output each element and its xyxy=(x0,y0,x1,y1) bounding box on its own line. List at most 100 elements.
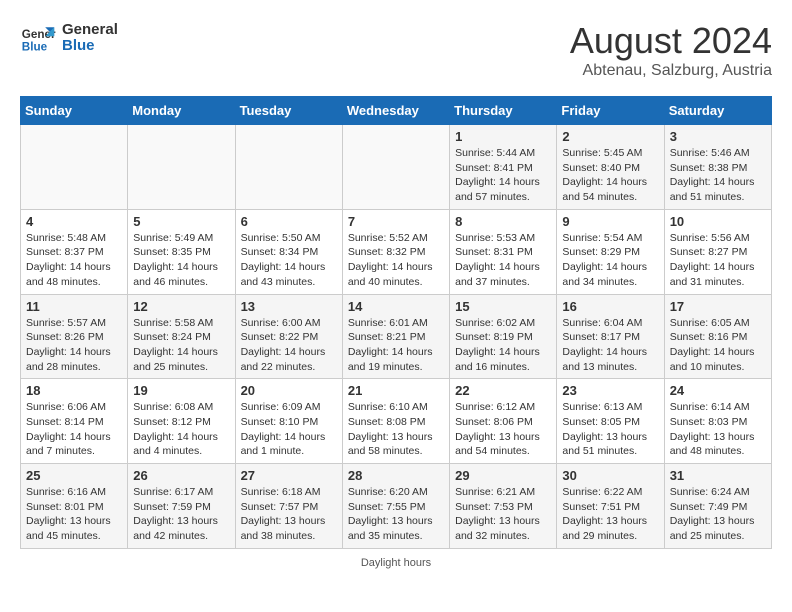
calendar-table: SundayMondayTuesdayWednesdayThursdayFrid… xyxy=(20,96,772,549)
day-info: Sunrise: 5:44 AMSunset: 8:41 PMDaylight:… xyxy=(455,146,551,205)
logo-text-line1: General xyxy=(62,22,118,39)
day-info: Sunrise: 5:54 AMSunset: 8:29 PMDaylight:… xyxy=(562,231,658,290)
day-cell: 12Sunrise: 5:58 AMSunset: 8:24 PMDayligh… xyxy=(128,294,235,379)
day-info: Sunrise: 6:02 AMSunset: 8:19 PMDaylight:… xyxy=(455,316,551,375)
day-info: Sunrise: 5:45 AMSunset: 8:40 PMDaylight:… xyxy=(562,146,658,205)
day-cell: 25 Sunrise: 6:16 AMSunset: 8:01 PMDayligh… xyxy=(21,464,128,549)
week-row-1: 1 Sunrise: 5:44 AMSunset: 8:41 PMDaylight… xyxy=(21,125,772,210)
day-cell: 20 Sunrise: 6:09 AMSunset: 8:10 PMDayligh… xyxy=(235,379,342,464)
day-info: Sunrise: 5:48 AMSunset: 8:37 PMDaylight:… xyxy=(26,231,122,290)
day-number: 27 xyxy=(241,468,337,483)
day-number: 7 xyxy=(348,214,444,229)
day-number: 25 xyxy=(26,468,122,483)
calendar-body: 1 Sunrise: 5:44 AMSunset: 8:41 PMDaylight… xyxy=(21,125,772,549)
day-info: Sunrise: 6:09 AMSunset: 8:10 PMDaylight:… xyxy=(241,400,337,459)
day-info: Sunrise: 6:01 AMSunset: 8:21 PMDaylight:… xyxy=(348,316,444,375)
week-row-3: 11 Sunrise: 5:57 AMSunset: 8:26 PMDayligh… xyxy=(21,294,772,379)
day-number: 10 xyxy=(670,214,766,229)
week-row-5: 25 Sunrise: 6:16 AMSunset: 8:01 PMDayligh… xyxy=(21,464,772,549)
day-cell: 5 Sunrise: 5:49 AMSunset: 8:35 PMDaylight… xyxy=(128,209,235,294)
header-row: SundayMondayTuesdayWednesdayThursdayFrid… xyxy=(21,97,772,125)
day-cell: 11 Sunrise: 5:57 AMSunset: 8:26 PMDayligh… xyxy=(21,294,128,379)
day-header-thursday: Thursday xyxy=(450,97,557,125)
svg-text:Blue: Blue xyxy=(22,41,48,54)
day-info: Sunrise: 5:49 AMSunset: 8:35 PMDaylight:… xyxy=(133,231,229,290)
day-number: 11 xyxy=(26,299,122,314)
day-cell: 6 Sunrise: 5:50 AMSunset: 8:34 PMDaylight… xyxy=(235,209,342,294)
logo-text-line2: Blue xyxy=(62,38,118,55)
day-number: 12 xyxy=(133,299,229,314)
header: General Blue General Blue August 2024 Ab… xyxy=(20,20,772,80)
day-info: Sunrise: 6:14 AMSunset: 8:03 PMDaylight:… xyxy=(670,400,766,459)
day-number: 6 xyxy=(241,214,337,229)
day-cell xyxy=(21,125,128,210)
day-info: Sunrise: 6:16 AMSunset: 8:01 PMDaylight:… xyxy=(26,485,122,544)
day-cell: 18 Sunrise: 6:06 AMSunset: 8:14 PMDayligh… xyxy=(21,379,128,464)
day-number: 20 xyxy=(241,383,337,398)
day-cell: 21 Sunrise: 6:10 AMSunset: 8:08 PMDayligh… xyxy=(342,379,449,464)
day-cell: 10 Sunrise: 5:56 AMSunset: 8:27 PMDayligh… xyxy=(664,209,771,294)
day-number: 23 xyxy=(562,383,658,398)
day-info: Sunrise: 6:21 AMSunset: 7:53 PMDaylight:… xyxy=(455,485,551,544)
calendar-title: August 2024 xyxy=(570,20,772,62)
day-info: Sunrise: 6:00 AMSunset: 8:22 PMDaylight:… xyxy=(241,316,337,375)
day-info: Sunrise: 5:50 AMSunset: 8:34 PMDaylight:… xyxy=(241,231,337,290)
day-info: Sunrise: 6:18 AMSunset: 7:57 PMDaylight:… xyxy=(241,485,337,544)
day-header-wednesday: Wednesday xyxy=(342,97,449,125)
week-row-2: 4 Sunrise: 5:48 AMSunset: 8:37 PMDaylight… xyxy=(21,209,772,294)
calendar-subtitle: Abtenau, Salzburg, Austria xyxy=(570,62,772,80)
day-info: Sunrise: 6:06 AMSunset: 8:14 PMDaylight:… xyxy=(26,400,122,459)
day-number: 5 xyxy=(133,214,229,229)
day-cell: 27 Sunrise: 6:18 AMSunset: 7:57 PMDayligh… xyxy=(235,464,342,549)
day-number: 16 xyxy=(562,299,658,314)
day-number: 1 xyxy=(455,129,551,144)
day-header-friday: Friday xyxy=(557,97,664,125)
day-cell: 29 Sunrise: 6:21 AMSunset: 7:53 PMDayligh… xyxy=(450,464,557,549)
day-cell: 24Sunrise: 6:14 AMSunset: 8:03 PMDayligh… xyxy=(664,379,771,464)
day-header-tuesday: Tuesday xyxy=(235,97,342,125)
day-header-saturday: Saturday xyxy=(664,97,771,125)
day-cell: 7 Sunrise: 5:52 AMSunset: 8:32 PMDaylight… xyxy=(342,209,449,294)
day-number: 13 xyxy=(241,299,337,314)
day-cell: 14 Sunrise: 6:01 AMSunset: 8:21 PMDayligh… xyxy=(342,294,449,379)
day-cell: 8Sunrise: 5:53 AMSunset: 8:31 PMDaylight… xyxy=(450,209,557,294)
day-info: Sunrise: 5:57 AMSunset: 8:26 PMDaylight:… xyxy=(26,316,122,375)
day-cell: 3 Sunrise: 5:46 AMSunset: 8:38 PMDaylight… xyxy=(664,125,771,210)
day-number: 14 xyxy=(348,299,444,314)
day-info: Sunrise: 6:12 AMSunset: 8:06 PMDaylight:… xyxy=(455,400,551,459)
day-info: Sunrise: 5:46 AMSunset: 8:38 PMDaylight:… xyxy=(670,146,766,205)
day-cell: 2 Sunrise: 5:45 AMSunset: 8:40 PMDaylight… xyxy=(557,125,664,210)
day-number: 9 xyxy=(562,214,658,229)
day-number: 18 xyxy=(26,383,122,398)
day-cell: 4 Sunrise: 5:48 AMSunset: 8:37 PMDaylight… xyxy=(21,209,128,294)
day-number: 3 xyxy=(670,129,766,144)
day-number: 15 xyxy=(455,299,551,314)
day-cell: 19Sunrise: 6:08 AMSunset: 8:12 PMDayligh… xyxy=(128,379,235,464)
day-number: 28 xyxy=(348,468,444,483)
title-area: August 2024 Abtenau, Salzburg, Austria xyxy=(570,20,772,80)
day-number: 17 xyxy=(670,299,766,314)
day-info: Sunrise: 6:05 AMSunset: 8:16 PMDaylight:… xyxy=(670,316,766,375)
day-header-monday: Monday xyxy=(128,97,235,125)
day-number: 29 xyxy=(455,468,551,483)
day-info: Sunrise: 5:52 AMSunset: 8:32 PMDaylight:… xyxy=(348,231,444,290)
day-info: Sunrise: 5:56 AMSunset: 8:27 PMDaylight:… xyxy=(670,231,766,290)
calendar-header: SundayMondayTuesdayWednesdayThursdayFrid… xyxy=(21,97,772,125)
day-info: Sunrise: 6:20 AMSunset: 7:55 PMDaylight:… xyxy=(348,485,444,544)
day-info: Sunrise: 6:22 AMSunset: 7:51 PMDaylight:… xyxy=(562,485,658,544)
day-number: 2 xyxy=(562,129,658,144)
day-cell: 26Sunrise: 6:17 AMSunset: 7:59 PMDayligh… xyxy=(128,464,235,549)
day-info: Sunrise: 6:17 AMSunset: 7:59 PMDaylight:… xyxy=(133,485,229,544)
day-cell xyxy=(128,125,235,210)
day-number: 4 xyxy=(26,214,122,229)
day-cell xyxy=(235,125,342,210)
footer-note: Daylight hours xyxy=(20,557,772,569)
logo-icon: General Blue xyxy=(20,20,56,56)
day-cell: 28 Sunrise: 6:20 AMSunset: 7:55 PMDayligh… xyxy=(342,464,449,549)
day-cell: 9 Sunrise: 5:54 AMSunset: 8:29 PMDaylight… xyxy=(557,209,664,294)
day-cell: 1 Sunrise: 5:44 AMSunset: 8:41 PMDaylight… xyxy=(450,125,557,210)
day-info: Sunrise: 6:10 AMSunset: 8:08 PMDaylight:… xyxy=(348,400,444,459)
day-number: 21 xyxy=(348,383,444,398)
day-cell xyxy=(342,125,449,210)
day-info: Sunrise: 5:53 AMSunset: 8:31 PMDaylight:… xyxy=(455,231,551,290)
